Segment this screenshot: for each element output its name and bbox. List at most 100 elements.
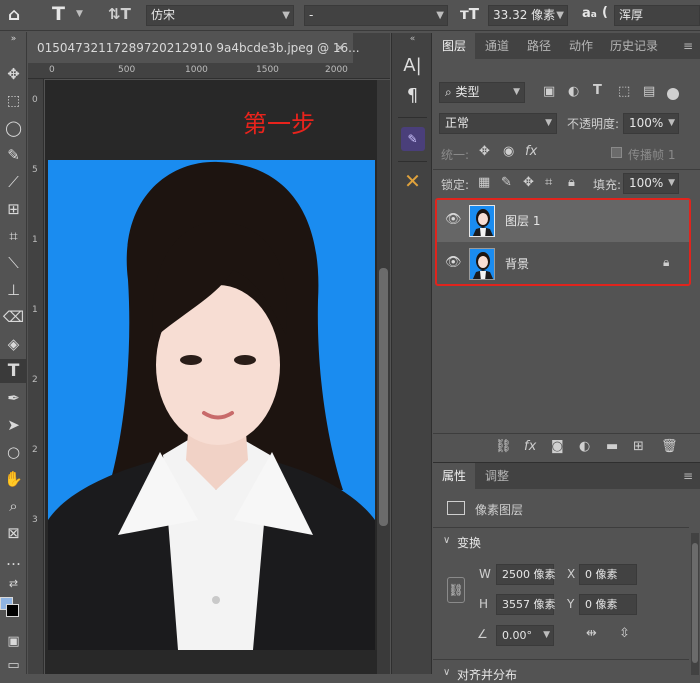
font-style-select[interactable]: - ▼ [304,5,448,26]
tab-paths[interactable]: 路径 [519,33,559,59]
width-input[interactable]: 2500 像素 [496,564,556,585]
lock-position-icon[interactable]: ✥ [523,175,534,190]
unify-position-icon[interactable]: ✥ [479,144,490,159]
adjustment-layer-icon[interactable]: ◐ [579,439,590,454]
lasso-tool-icon[interactable]: ◯ [0,116,27,140]
zoom-tool-icon[interactable]: ⌕ [0,494,27,518]
filter-pixel-icon[interactable]: ▣ [543,84,555,99]
magic-wand-tool-icon[interactable]: ✎ [0,143,27,167]
link-layers-icon[interactable]: ⛓ [495,439,512,454]
dock-divider [398,161,427,162]
path-selection-tool-icon[interactable]: ➤ [0,413,27,437]
filter-adjustment-icon[interactable]: ◐ [568,84,579,99]
text-tool-preset-icon[interactable]: T [52,3,65,25]
font-family-select[interactable]: 仿宋 ▼ [146,5,294,26]
filter-smart-object-icon[interactable]: ▤ [643,84,655,99]
propagate-checkbox[interactable] [611,147,622,158]
panel-divider [433,659,689,660]
eye-icon[interactable]: 👁︎ [445,255,462,270]
delete-layer-icon[interactable]: 🗑︎ [661,439,678,454]
new-group-icon[interactable]: ▬ [606,439,618,454]
brush-tool-icon[interactable]: ⟍ [0,251,27,275]
tool-presets-panel-icon[interactable]: ✕ [392,169,433,193]
text-orientation-icon[interactable]: ⇅T [108,5,131,23]
transform-section-title: 变换 [457,536,482,550]
layer-style-icon[interactable]: fx [524,439,536,454]
tab-history[interactable]: 历史记录 [603,33,665,59]
chevron-down-icon[interactable]: ∨ [443,535,450,546]
horizontal-ruler[interactable]: 0 500 1000 1500 2000 [28,63,390,79]
filter-type-icon[interactable]: T [593,83,602,98]
vertical-ruler[interactable]: 0 5 1 1 2 2 3 [28,79,44,674]
fill-input[interactable]: 100% ▼ [623,173,679,194]
close-icon[interactable]: ✕ [335,33,345,63]
frame-tool-icon[interactable]: ⊞ [0,197,27,221]
screen-mode-icon[interactable]: ▭ [0,654,27,678]
opacity-input[interactable]: 100% ▼ [623,113,679,134]
swap-colors-icon[interactable]: ⇄ [0,572,27,596]
blend-mode-select[interactable]: 正常 ▼ [439,113,557,134]
layer-filter-select[interactable]: ⌕ 类型 ▼ [439,82,525,103]
chevron-down-icon[interactable]: ▼ [76,9,83,19]
tab-layers[interactable]: 图层 [433,33,475,59]
ellipse-tool-icon[interactable]: ○ [0,440,27,464]
lock-artboard-icon[interactable]: ⌗ [545,175,552,190]
paint-bucket-tool-icon[interactable]: ◈ [0,332,27,356]
panel-menu-icon[interactable]: ≡ [678,463,698,489]
background-color-swatch[interactable] [6,604,19,617]
collapse-panels-icon[interactable]: « [392,34,433,44]
antialias-select[interactable]: 浑厚 [614,5,700,26]
tab-actions[interactable]: 动作 [561,33,601,59]
eyedropper-tool-icon[interactable]: ⟋ [0,170,27,194]
lock-image-icon[interactable]: ✎ [501,175,512,190]
new-layer-icon[interactable]: ⊞ [633,439,644,454]
unify-style-icon[interactable]: fx [525,144,537,159]
home-icon[interactable]: ⌂ [8,5,20,25]
add-mask-icon[interactable]: ◙ [551,439,564,454]
eye-icon[interactable]: 👁︎ [445,212,462,227]
filter-toggle[interactable] [667,88,679,100]
height-input[interactable]: 3557 像素 [496,594,556,615]
scrollbar-thumb[interactable] [379,268,388,526]
properties-scrollbar-thumb[interactable] [692,543,698,663]
crop-tool-icon[interactable]: ⌗ [0,224,27,248]
lock-all-icon[interactable]: 🔒︎ [568,175,575,190]
panel-menu-icon[interactable]: ≡ [678,33,698,59]
eraser-tool-icon[interactable]: ⌫ [0,305,27,329]
panel-dock: « A| ¶ ✎ ✕ [391,33,432,674]
x-input[interactable]: 0 像素 [579,564,637,585]
angle-input[interactable]: 0.00° ▼ [496,625,554,646]
unify-visibility-icon[interactable]: ◉ [503,144,514,159]
flip-horizontal-icon[interactable]: ⇹ [586,626,597,641]
y-input[interactable]: 0 像素 [579,594,637,615]
constrain-proportions-button[interactable]: ⛓ [447,577,465,603]
chevron-down-icon[interactable]: ∨ [443,667,450,678]
tab-adjustments[interactable]: 调整 [477,463,517,489]
type-tool-icon[interactable]: T [0,359,27,383]
stamp-tool-icon[interactable]: ⊥ [0,278,27,302]
document-tab[interactable]: 01504732117289720212910 9a4bcde3b.jpeg @… [28,33,360,63]
panel-divider [433,169,700,170]
tab-properties[interactable]: 属性 [433,463,475,489]
character-panel-icon[interactable]: A| [392,55,433,76]
layer-row-background[interactable]: 👁︎ 背景 🔒︎ [437,243,689,285]
paragraph-panel-icon[interactable]: ¶ [392,85,433,106]
font-size-input[interactable]: 33.32 像素 ▼ [488,5,568,26]
thumbnail-portrait [470,249,494,279]
brush-settings-panel-icon[interactable]: ✎ [392,127,433,151]
collapse-toolbar-icon[interactable]: » [0,32,27,46]
lock-transparent-icon[interactable]: ▦ [478,175,490,190]
quick-mask-icon[interactable]: ▣ [0,630,27,654]
pen-tool-icon[interactable]: ✒ [0,386,27,410]
lock-icon[interactable]: 🔒︎ [663,255,669,270]
move-tool-icon[interactable]: ✥ [0,62,27,86]
marquee-tool-icon[interactable]: ⬚ [0,89,27,113]
flip-vertical-icon[interactable]: ⇳ [619,626,630,641]
layer-name: 图层 1 [505,214,541,228]
artboard-tool-icon[interactable]: ⊠ [0,521,27,545]
layer-row-layer1[interactable]: 👁︎ 图层 1 [437,200,689,242]
more-tools-icon[interactable]: … [0,548,27,572]
filter-shape-icon[interactable]: ⬚ [618,84,630,99]
hand-tool-icon[interactable]: ✋ [0,467,27,491]
tab-channels[interactable]: 通道 [477,33,517,59]
